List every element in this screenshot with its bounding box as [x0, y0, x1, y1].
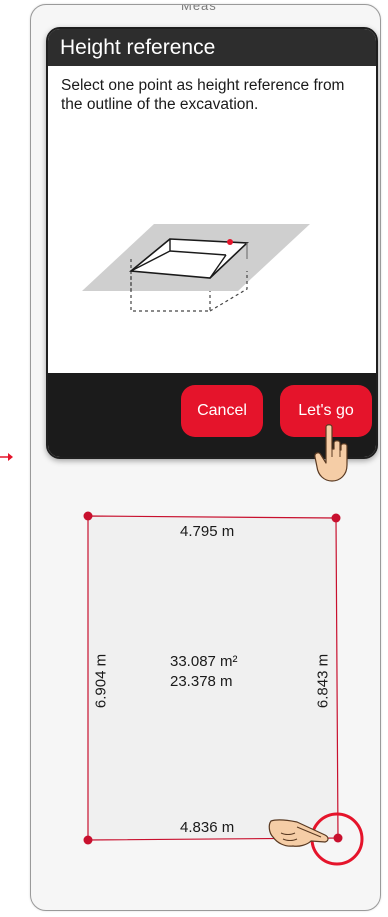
height-reference-dialog: Height reference Select one point as hei… — [46, 27, 378, 459]
tap-hand-icon — [314, 424, 348, 482]
top-length-label: 4.795 m — [180, 523, 235, 540]
corner-point-top-right[interactable] — [331, 513, 341, 523]
pointer-arrow-icon — [0, 453, 13, 461]
hand-pointer-icon — [268, 819, 329, 847]
phone-frame: Meas 4.795 m 4.836 m 6.904 m 6.843 m 33.… — [30, 4, 381, 911]
area-value: 33.087 m² — [170, 653, 238, 670]
cancel-button[interactable]: Cancel — [181, 385, 263, 437]
perimeter-value: 23.378 m — [170, 673, 233, 690]
right-length-label: 6.843 m — [314, 653, 332, 709]
reference-point-marker — [227, 239, 233, 245]
dialog-title: Height reference — [48, 29, 376, 66]
bottom-length-label: 4.836 m — [180, 819, 235, 836]
corner-point-bottom-left[interactable] — [83, 835, 93, 845]
left-length-label: 6.904 m — [92, 653, 110, 709]
dialog-message: Select one point as height reference fro… — [61, 77, 345, 113]
excavation-illustration — [82, 224, 310, 312]
corner-point-top-left[interactable] — [83, 511, 93, 521]
